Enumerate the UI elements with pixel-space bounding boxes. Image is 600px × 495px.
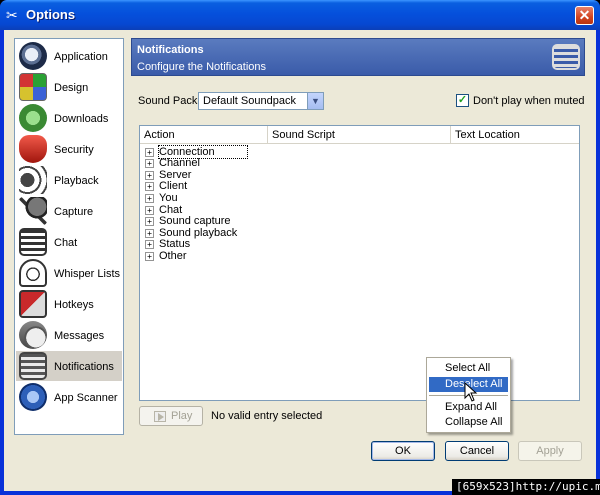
- expand-icon[interactable]: +: [145, 182, 154, 191]
- application-icon: [19, 42, 47, 70]
- tree-item-label: Channel: [159, 157, 200, 169]
- notifications-icon: [19, 352, 47, 380]
- status-text: No valid entry selected: [211, 410, 323, 422]
- tree-item-label: Status: [159, 238, 191, 250]
- chevron-down-icon[interactable]: ▼: [307, 93, 323, 109]
- sidebar-item-label: Design: [54, 82, 89, 94]
- expand-icon[interactable]: +: [145, 252, 154, 261]
- menu-item-select-all[interactable]: Select All: [429, 361, 508, 376]
- watermark: [659x523]http://upic.me/: [452, 479, 600, 495]
- tree-item-label: You: [159, 192, 178, 204]
- sidebar-item-label: Hotkeys: [54, 299, 94, 311]
- capture-icon: [19, 197, 47, 225]
- sidebar-item-capture[interactable]: Capture: [16, 196, 122, 226]
- menu-item-collapse-all[interactable]: Collapse All: [429, 415, 508, 430]
- sidebar-item-whisper-lists[interactable]: Whisper Lists: [16, 258, 122, 288]
- sidebar-item-label: Notifications: [54, 361, 114, 373]
- close-button[interactable]: ✕: [575, 6, 594, 25]
- tree-item-label: Other: [159, 250, 187, 262]
- expand-icon[interactable]: +: [145, 217, 154, 226]
- tree-item-label: Sound capture: [159, 215, 231, 227]
- title-bar[interactable]: ✂ Options ✕: [0, 0, 600, 30]
- sidebar-item-label: Security: [54, 144, 94, 156]
- security-icon: [19, 135, 47, 163]
- sidebar-item-label: Downloads: [54, 113, 109, 125]
- column-header-action[interactable]: Action: [140, 126, 268, 144]
- downloads-icon: [19, 104, 47, 132]
- section-subtitle: Configure the Notifications: [137, 61, 267, 73]
- design-icon: [19, 73, 47, 101]
- expand-icon[interactable]: +: [145, 229, 154, 238]
- play-icon: [154, 411, 166, 422]
- options-window: ✂ Options ✕ Application Design Downloads…: [0, 0, 600, 495]
- playback-icon: [19, 166, 47, 194]
- chat-icon: [19, 228, 47, 256]
- sidebar: Application Design Downloads Security Pl…: [14, 38, 124, 435]
- expand-icon[interactable]: +: [145, 240, 154, 249]
- cancel-button[interactable]: Cancel: [445, 441, 509, 461]
- hotkeys-icon: [19, 290, 47, 318]
- app-scanner-icon: [19, 383, 47, 411]
- play-button-label: Play: [171, 410, 193, 422]
- sidebar-item-design[interactable]: Design: [16, 72, 122, 102]
- sidebar-item-messages[interactable]: Messages: [16, 320, 122, 350]
- sidebar-item-label: Application: [54, 51, 108, 63]
- close-icon: ✕: [578, 7, 591, 23]
- tree-item-label: Client: [159, 180, 188, 192]
- sidebar-item-security[interactable]: Security: [16, 134, 122, 164]
- sidebar-item-app-scanner[interactable]: App Scanner: [16, 382, 122, 412]
- notifications-tree[interactable]: Action Sound Script Text Location + Conn…: [139, 125, 580, 401]
- section-header: Notifications Configure the Notification…: [131, 38, 585, 76]
- sidebar-item-label: Playback: [54, 175, 99, 187]
- tools-icon: ✂: [6, 7, 18, 23]
- sidebar-item-label: App Scanner: [54, 392, 118, 404]
- sidebar-item-playback[interactable]: Playback: [16, 165, 122, 195]
- window-title: Options: [26, 7, 76, 22]
- sidebar-item-notifications[interactable]: Notifications: [16, 351, 122, 381]
- sidebar-item-application[interactable]: Application: [16, 41, 122, 71]
- whisper-lists-icon: [19, 259, 47, 287]
- dont-play-muted-label[interactable]: Don't play when muted: [473, 95, 585, 107]
- sidebar-item-label: Messages: [54, 330, 105, 342]
- sidebar-item-label: Whisper Lists: [54, 268, 121, 280]
- sidebar-item-label: Capture: [54, 206, 94, 218]
- section-title: Notifications: [137, 44, 204, 56]
- sound-pack-select[interactable]: Default Soundpack ▼: [198, 92, 324, 110]
- expand-icon[interactable]: +: [145, 194, 154, 203]
- sound-pack-label: Sound Pack:: [138, 95, 201, 107]
- sidebar-item-label: Chat: [54, 237, 78, 249]
- mouse-pointer-icon: [464, 382, 478, 402]
- play-button[interactable]: Play: [139, 406, 203, 426]
- expand-icon[interactable]: +: [145, 148, 154, 157]
- notifications-icon: [552, 44, 580, 70]
- sidebar-item-chat[interactable]: Chat: [16, 227, 122, 257]
- expand-icon[interactable]: +: [145, 206, 154, 215]
- apply-button[interactable]: Apply: [518, 441, 582, 461]
- dont-play-muted-checkbox[interactable]: ✓: [456, 94, 469, 107]
- ok-button[interactable]: OK: [371, 441, 435, 461]
- column-header-text-location[interactable]: Text Location: [451, 126, 579, 144]
- expand-icon[interactable]: +: [145, 159, 154, 168]
- sidebar-item-hotkeys[interactable]: Hotkeys: [16, 289, 122, 319]
- expand-icon[interactable]: +: [145, 171, 154, 180]
- sidebar-item-downloads[interactable]: Downloads: [16, 103, 122, 133]
- dialog-body: Application Design Downloads Security Pl…: [4, 30, 596, 491]
- messages-icon: [19, 321, 47, 349]
- column-header-sound-script[interactable]: Sound Script: [268, 126, 451, 144]
- sound-pack-value: Default Soundpack: [203, 95, 296, 107]
